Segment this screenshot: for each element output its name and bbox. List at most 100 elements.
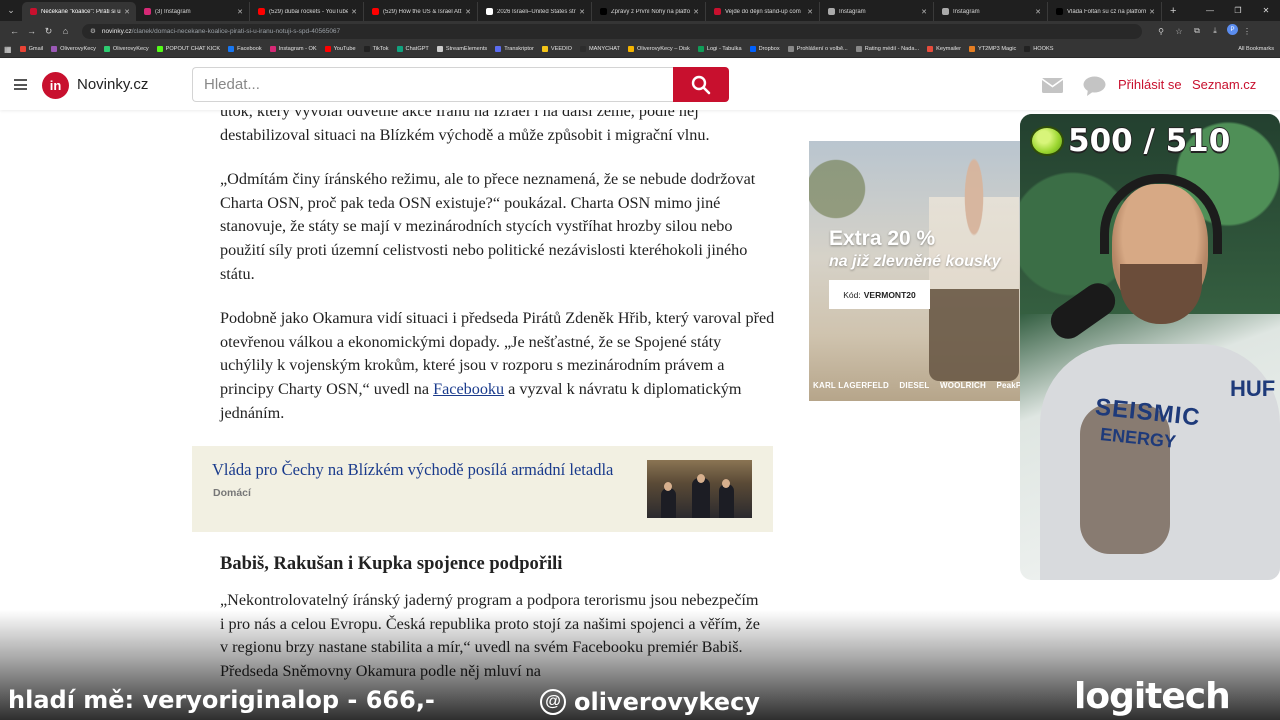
tab-search-icon[interactable]: ⌄ bbox=[0, 0, 22, 21]
home-icon[interactable]: ⌂ bbox=[57, 26, 74, 36]
apps-icon[interactable]: ▦ bbox=[4, 45, 12, 54]
site-info-icon[interactable]: ⚙ bbox=[90, 27, 96, 35]
bookmark-star-icon[interactable]: ☆ bbox=[1170, 24, 1188, 38]
logitech-logo: logitech bbox=[1074, 676, 1231, 717]
ad-code-value: VERMONT20 bbox=[863, 289, 916, 300]
bookmark-item[interactable]: Dropbox bbox=[749, 46, 780, 52]
bookmark-item[interactable]: Transkriptor bbox=[495, 46, 534, 52]
close-window-icon[interactable]: ✕ bbox=[1252, 0, 1280, 21]
tab-close-icon[interactable]: ✕ bbox=[921, 8, 927, 16]
site-header: in Novinky.cz Přihlásit se Seznam.cz bbox=[0, 59, 1280, 110]
bookmark-item[interactable]: Facebook bbox=[228, 46, 262, 52]
bookmark-label: Keymailer bbox=[936, 46, 962, 52]
browser-tab[interactable]: Vejde do dějin stand-up com ✕ bbox=[706, 2, 820, 21]
facebook-link[interactable]: Facebooku bbox=[433, 380, 504, 398]
reload-icon[interactable]: ↻ bbox=[40, 26, 57, 37]
ad-brand: KARL LAGERFELD bbox=[813, 381, 889, 390]
zoom-icon[interactable]: ⚲ bbox=[1152, 24, 1170, 38]
channel-points-counter: 500 / 510 bbox=[1030, 123, 1230, 159]
search-input[interactable] bbox=[192, 67, 674, 102]
address-bar[interactable]: ⚙ novinky.cz /clanek/domaci-necekane-koa… bbox=[82, 23, 1142, 39]
tab-title: Nečekané "koalice": Piráti si u bbox=[41, 8, 121, 15]
forward-icon[interactable]: → bbox=[23, 26, 40, 36]
bookmark-favicon-icon bbox=[19, 46, 26, 52]
tab-close-icon[interactable]: ✕ bbox=[693, 8, 699, 16]
hamburger-menu-icon[interactable] bbox=[14, 79, 27, 90]
ad-subline: na již zlevněné kousky bbox=[829, 253, 1001, 270]
bookmark-item[interactable]: Rating médií - Nada... bbox=[855, 46, 919, 52]
login-link[interactable]: Přihlásit se bbox=[1118, 77, 1182, 92]
bookmark-label: OliverovyKecy bbox=[60, 46, 96, 52]
tab-close-icon[interactable]: ✕ bbox=[351, 8, 357, 16]
seznam-link[interactable]: Seznam.cz bbox=[1192, 77, 1256, 92]
tab-favicon-icon bbox=[30, 8, 37, 15]
advertisement-banner[interactable]: Extra 20 % na již zlevněné kousky Kód: V… bbox=[809, 141, 1021, 401]
bookmark-item[interactable]: Logi - Tabulka bbox=[697, 46, 742, 52]
all-bookmarks-link[interactable]: All Bookmarks bbox=[1238, 46, 1274, 52]
profile-avatar[interactable]: P bbox=[1227, 24, 1238, 35]
tab-favicon-icon bbox=[486, 8, 493, 15]
tab-close-icon[interactable]: ✕ bbox=[1035, 8, 1041, 16]
bookmark-item[interactable]: Instagram - OK bbox=[269, 46, 317, 52]
bookmark-favicon-icon bbox=[103, 46, 110, 52]
related-article-thumbnail[interactable] bbox=[647, 460, 752, 518]
browser-tab[interactable]: (3) Instagram ✕ bbox=[136, 2, 250, 21]
bookmark-item[interactable]: Keymailer bbox=[927, 46, 961, 52]
related-article-card[interactable]: Vláda pro Čechy na Blízkém východě posíl… bbox=[192, 446, 773, 532]
bookmark-item[interactable]: TikTok bbox=[363, 46, 389, 52]
browser-tab[interactable]: Nečekané "koalice": Piráti si u ✕ bbox=[22, 2, 136, 21]
tab-title: 2026 Israeli–United States str bbox=[497, 8, 576, 15]
bookmark-item[interactable]: MANYCHAT bbox=[580, 46, 620, 52]
bookmark-label: MANYCHAT bbox=[589, 46, 620, 52]
browser-tab[interactable]: (529) How the US & Israel Att ✕ bbox=[364, 2, 478, 21]
tab-favicon-icon bbox=[1056, 8, 1063, 15]
new-tab-button[interactable]: + bbox=[1162, 0, 1184, 21]
mail-icon[interactable] bbox=[1042, 78, 1063, 93]
ad-promo-code: Kód: VERMONT20 bbox=[829, 280, 930, 309]
bookmark-favicon-icon bbox=[495, 46, 502, 52]
ad-brand: DIESEL bbox=[899, 381, 930, 390]
menu-dots-icon[interactable]: ⋮ bbox=[1238, 24, 1256, 38]
search-button[interactable] bbox=[673, 67, 729, 102]
bookmark-item[interactable]: POPOUT CHAT KICK bbox=[156, 46, 220, 52]
bookmark-label: YouTube bbox=[333, 46, 356, 52]
bookmark-item[interactable]: Gmail bbox=[19, 46, 43, 52]
tab-close-icon[interactable]: ✕ bbox=[1149, 8, 1155, 16]
minimize-icon[interactable]: — bbox=[1196, 0, 1224, 21]
browser-tab[interactable]: Instagram ✕ bbox=[934, 2, 1048, 21]
downloads-icon[interactable]: ⤓ bbox=[1206, 24, 1224, 38]
threads-icon: @ bbox=[540, 689, 566, 715]
maximize-icon[interactable]: ❐ bbox=[1224, 0, 1252, 21]
chat-icon[interactable] bbox=[1083, 76, 1106, 96]
novinky-logo-badge[interactable]: in bbox=[42, 72, 69, 99]
bookmark-item[interactable]: ChatGPT bbox=[396, 46, 429, 52]
tab-close-icon[interactable]: ✕ bbox=[124, 8, 130, 16]
bookmark-item[interactable]: YouTube bbox=[324, 46, 356, 52]
browser-tab[interactable]: Zprávy z První Nohy na platfo ✕ bbox=[592, 2, 706, 21]
browser-tab-strip: ⌄ Nečekané "koalice": Piráti si u ✕ (3) In… bbox=[0, 0, 1280, 21]
bookmark-item[interactable]: StreamElements bbox=[436, 46, 488, 52]
tab-close-icon[interactable]: ✕ bbox=[579, 8, 585, 16]
extensions-icon[interactable]: ⧉ bbox=[1188, 24, 1206, 38]
related-article-title[interactable]: Vláda pro Čechy na Blízkém východě posíl… bbox=[212, 459, 637, 481]
bookmark-item[interactable]: YT2MP3 Magic bbox=[969, 46, 1016, 52]
back-icon[interactable]: ← bbox=[6, 26, 23, 36]
browser-tab[interactable]: Vláda Foltán su cz na platform ✕ bbox=[1048, 2, 1162, 21]
browser-tab[interactable]: 2026 Israeli–United States str ✕ bbox=[478, 2, 592, 21]
bookmark-favicon-icon bbox=[541, 46, 548, 52]
bookmark-label: OliverovyKecy bbox=[112, 46, 149, 52]
site-logo-text[interactable]: Novinky.cz bbox=[77, 76, 148, 93]
bookmark-item[interactable]: VEEDIO bbox=[541, 46, 572, 52]
tab-close-icon[interactable]: ✕ bbox=[465, 8, 471, 16]
browser-tab[interactable]: Instagram ✕ bbox=[820, 2, 934, 21]
bookmark-item[interactable]: OliverovyKecy bbox=[51, 46, 96, 52]
bookmark-item[interactable]: OliverovyKecy – Disk bbox=[627, 46, 690, 52]
tab-close-icon[interactable]: ✕ bbox=[807, 8, 813, 16]
bookmark-favicon-icon bbox=[396, 46, 403, 52]
tab-close-icon[interactable]: ✕ bbox=[237, 8, 243, 16]
bookmark-item[interactable]: Prohlášení o volbě... bbox=[787, 46, 848, 52]
browser-tab[interactable]: (529) dubai rockets - YouTube ✕ bbox=[250, 2, 364, 21]
bookmark-label: StreamElements bbox=[445, 46, 488, 52]
bookmark-item[interactable]: OliverovyKecy bbox=[103, 46, 149, 52]
bookmark-item[interactable]: HOOKS bbox=[1024, 46, 1053, 52]
